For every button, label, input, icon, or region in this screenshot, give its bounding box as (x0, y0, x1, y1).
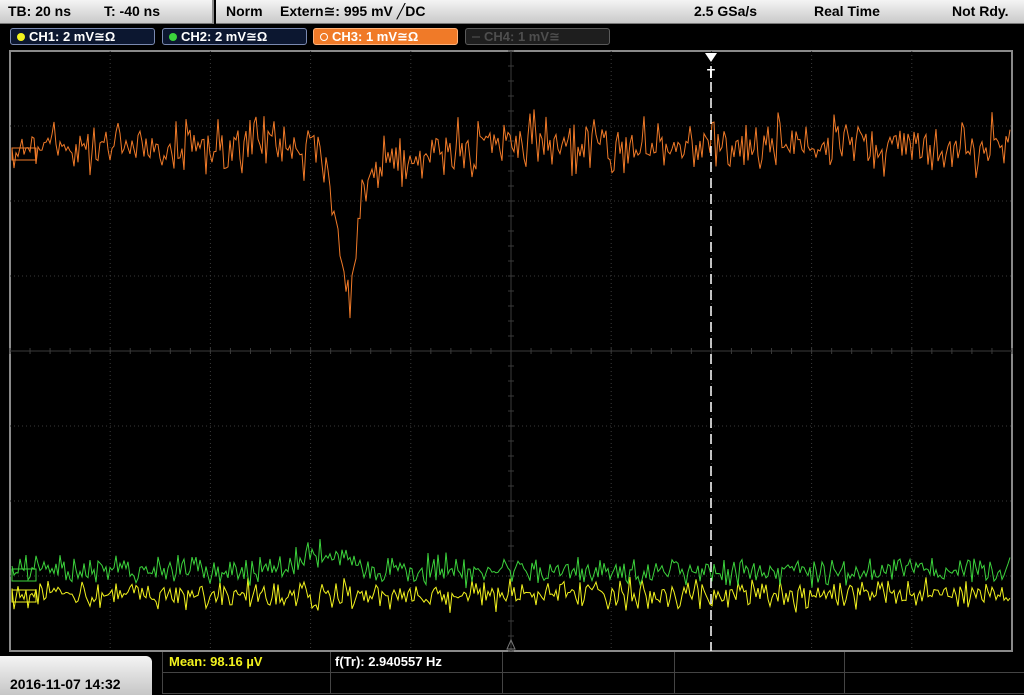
sample-rate[interactable]: 2.5 GSa/s (694, 3, 757, 19)
channel-2-button[interactable]: CH2: 2 mV≅Ω (162, 28, 307, 45)
measurement-cell-2[interactable]: f(Tr): 2.940557 Hz (330, 652, 502, 673)
bottom-bar: 2016-11-07 14:32 Mean: 98.16 µV f(Tr): 2… (0, 652, 1024, 695)
waveform-display[interactable]: T (0, 50, 1024, 652)
channel-2-indicator-icon (169, 33, 177, 41)
trigger-label: T (707, 66, 715, 81)
trigger-offset-readout[interactable]: T: -40 ns (104, 3, 160, 19)
channel-4-label: CH4: 1 mV≅ (484, 29, 560, 44)
channel-4-button[interactable]: CH4: 1 mV≅ (465, 28, 610, 45)
trigger-source[interactable]: Extern≅: 995 mV ╱DC (280, 3, 425, 20)
trigger-status: Not Rdy. (952, 3, 1009, 19)
measurement-cell-5[interactable] (844, 652, 1024, 673)
channel-3-button[interactable]: CH3: 1 mV≅Ω (313, 28, 458, 45)
measurement-panel[interactable]: Mean: 98.16 µV f(Tr): 2.940557 Hz (162, 652, 1024, 695)
measurement-cell-4[interactable] (674, 652, 844, 673)
timebase-readout[interactable]: TB: 20 ns (8, 3, 71, 19)
channel-3-label: CH3: 1 mV≅Ω (332, 29, 419, 44)
measurement-cell-7[interactable] (330, 673, 502, 694)
channel-1-label: CH1: 2 mV≅Ω (29, 29, 116, 44)
measurement-cell-6[interactable] (162, 673, 330, 694)
measurement-cell-1[interactable]: Mean: 98.16 µV (162, 652, 330, 673)
status-bar: TB: 20 ns T: -40 ns Norm Extern≅: 995 mV… (0, 0, 1024, 25)
trigger-panel[interactable]: Norm Extern≅: 995 mV ╱DC 2.5 GSa/s Real … (216, 0, 1024, 24)
measurement-mean: Mean: 98.16 µV (169, 654, 263, 669)
datetime: 2016-11-07 14:32 (10, 676, 121, 692)
channel-3-indicator-icon (320, 33, 328, 41)
measurement-cell-3[interactable] (502, 652, 674, 673)
channel-4-indicator-icon (472, 36, 480, 38)
measurement-cell-8[interactable] (502, 673, 674, 694)
measurement-cell-9[interactable] (674, 673, 844, 694)
channel-1-indicator-icon (17, 33, 25, 41)
measurement-cell-10[interactable] (844, 673, 1024, 694)
measurement-frequency: f(Tr): 2.940557 Hz (335, 654, 442, 669)
timebase-panel[interactable]: TB: 20 ns T: -40 ns (0, 0, 214, 24)
channel-2-label: CH2: 2 mV≅Ω (181, 29, 268, 44)
channel-1-button[interactable]: CH1: 2 mV≅Ω (10, 28, 155, 45)
trigger-mode[interactable]: Norm (226, 3, 263, 19)
channel-bar: CH1: 2 mV≅Ω CH2: 2 mV≅Ω CH3: 1 mV≅Ω CH4:… (0, 25, 1024, 49)
datetime-panel: 2016-11-07 14:32 (0, 656, 152, 695)
acquisition-mode[interactable]: Real Time (814, 3, 880, 19)
